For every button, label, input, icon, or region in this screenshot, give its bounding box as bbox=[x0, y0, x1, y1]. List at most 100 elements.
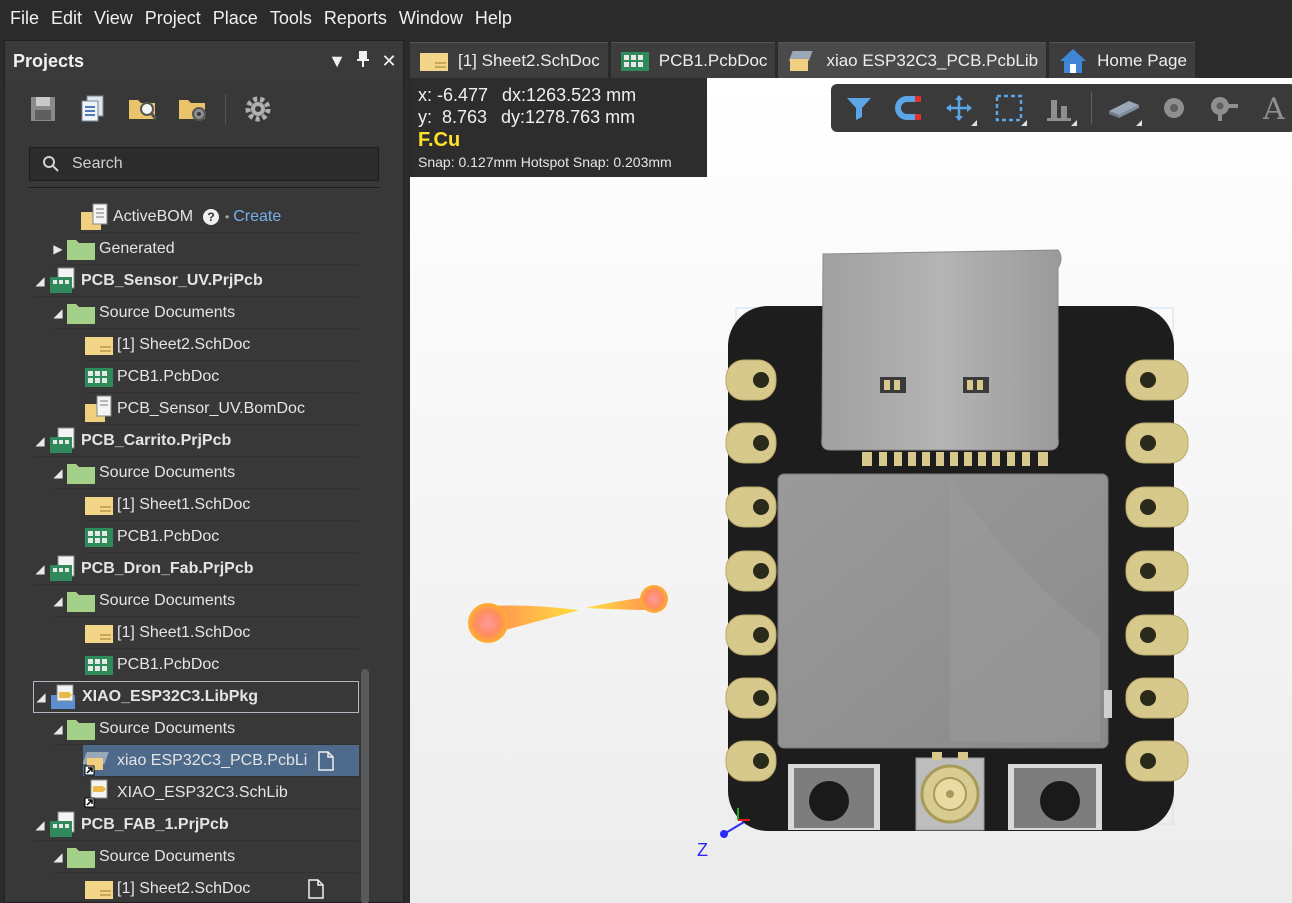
collapse-icon[interactable]: ◢ bbox=[33, 818, 47, 832]
menu-place[interactable]: Place bbox=[207, 0, 264, 36]
tree-label: [1] Sheet2.SchDoc bbox=[117, 335, 251, 353]
via-icon[interactable] bbox=[1206, 90, 1242, 126]
tree-item-source-docs[interactable]: ◢ Source Documents bbox=[51, 297, 359, 329]
folder-icon bbox=[65, 458, 97, 488]
tree-item-source-docs[interactable]: ◢ Source Documents bbox=[51, 713, 359, 745]
schematic-doc-icon bbox=[83, 490, 115, 520]
help-icon[interactable]: ? bbox=[203, 208, 220, 225]
pad-icon[interactable] bbox=[1156, 90, 1192, 126]
tab-pcblib[interactable]: xiao ESP32C3_PCB.PcbLib bbox=[778, 42, 1047, 78]
tree-item-schdoc[interactable]: [1] Sheet1.SchDoc bbox=[83, 489, 359, 521]
tree-scrollbar[interactable] bbox=[361, 669, 369, 903]
select-rectangle-icon[interactable] bbox=[991, 90, 1027, 126]
find-folder-icon[interactable] bbox=[125, 91, 161, 127]
pcb-project-icon bbox=[47, 810, 79, 840]
document-icon bbox=[317, 751, 335, 776]
panel-header: Projects ▼ ✕ bbox=[5, 41, 403, 81]
tree-item-activebom[interactable]: ActiveBOM ? • Create bbox=[79, 201, 359, 233]
create-link[interactable]: Create bbox=[233, 208, 281, 226]
collapse-icon[interactable]: ◢ bbox=[34, 690, 48, 704]
save-all-icon[interactable] bbox=[75, 91, 111, 127]
close-icon[interactable]: ✕ bbox=[377, 51, 401, 72]
tree-item-project[interactable]: ◢ PCB_FAB_1.PrjPcb bbox=[33, 809, 359, 841]
collapse-icon[interactable]: ◢ bbox=[33, 274, 47, 288]
tree-item-schdoc[interactable]: [1] Sheet2.SchDoc bbox=[83, 873, 359, 903]
menu-project[interactable]: Project bbox=[139, 0, 207, 36]
save-icon[interactable] bbox=[25, 91, 61, 127]
collapse-icon[interactable]: ◢ bbox=[33, 434, 47, 448]
tree-label: PCB_FAB_1.PrjPcb bbox=[81, 815, 229, 833]
tree-item-source-docs[interactable]: ◢ Source Documents bbox=[51, 457, 359, 489]
menu-view[interactable]: View bbox=[88, 0, 139, 36]
document-tabs: [1] Sheet2.SchDoc PCB1.PcbDoc xiao ESP32… bbox=[410, 40, 1292, 78]
snap-magnet-icon[interactable] bbox=[891, 90, 927, 126]
tree-item-schdoc[interactable]: [1] Sheet1.SchDoc bbox=[83, 617, 359, 649]
tree-item-pcblib[interactable]: xiao ESP32C3_PCB.PcbLi bbox=[83, 745, 359, 777]
tab-label: PCB1.PcbDoc bbox=[658, 50, 768, 70]
tree-item-schdoc[interactable]: [1] Sheet2.SchDoc bbox=[83, 329, 359, 361]
menu-help[interactable]: Help bbox=[469, 0, 518, 36]
tree-item-project[interactable]: ◢ PCB_Dron_Fab.PrjPcb bbox=[33, 553, 359, 585]
tree-item-project[interactable]: ◢ PCB_Sensor_UV.PrjPcb bbox=[33, 265, 359, 297]
tree-item-pcbdoc[interactable]: PCB1.PcbDoc bbox=[83, 521, 359, 553]
folder-settings-icon[interactable] bbox=[175, 91, 211, 127]
rf-shield bbox=[777, 473, 1112, 749]
panel-menu-icon[interactable]: ▼ bbox=[325, 51, 349, 72]
bom-doc-icon bbox=[83, 394, 115, 424]
tree-item-bomdoc[interactable]: PCB_Sensor_UV.BomDoc bbox=[83, 393, 359, 425]
tree-label: Source Documents bbox=[99, 847, 236, 865]
tree-label: [1] Sheet2.SchDoc bbox=[117, 879, 251, 897]
collapse-icon[interactable]: ◢ bbox=[51, 466, 65, 480]
gear-icon[interactable] bbox=[240, 91, 276, 127]
menu-window[interactable]: Window bbox=[393, 0, 469, 36]
menu-reports[interactable]: Reports bbox=[318, 0, 393, 36]
collapse-icon[interactable]: ◢ bbox=[51, 594, 65, 608]
dy-coordinate: dy:1278.763 mm bbox=[501, 107, 636, 127]
menu-edit[interactable]: Edit bbox=[45, 0, 88, 36]
tree-item-pcbdoc[interactable]: PCB1.PcbDoc bbox=[83, 361, 359, 393]
menu-file[interactable]: File bbox=[4, 0, 45, 36]
tab-home-page[interactable]: Home Page bbox=[1049, 42, 1195, 78]
projects-panel: Projects ▼ ✕ A bbox=[4, 40, 404, 903]
text-icon[interactable]: A bbox=[1256, 90, 1292, 126]
collapse-icon[interactable]: ◢ bbox=[51, 850, 65, 864]
search-input[interactable] bbox=[72, 155, 352, 173]
tree-label: PCB_Dron_Fab.PrjPcb bbox=[81, 559, 254, 577]
bom-doc-icon bbox=[79, 202, 111, 232]
folder-icon bbox=[65, 714, 97, 744]
component-icon[interactable] bbox=[1106, 90, 1142, 126]
dropdown-corner bbox=[1136, 120, 1142, 126]
menu-tools[interactable]: Tools bbox=[264, 0, 318, 36]
schematic-library-icon bbox=[83, 778, 115, 808]
tree-item-source-docs[interactable]: ◢ Source Documents bbox=[51, 585, 359, 617]
tree-item-schlib[interactable]: XIAO_ESP32C3.SchLib bbox=[83, 777, 359, 809]
schematic-doc-icon bbox=[83, 874, 115, 903]
pcb-3d-viewport[interactable]: Z x: -6.477 dx:1263.523 mm y: 8.763 dy:127… bbox=[410, 78, 1292, 903]
tree-item-source-docs[interactable]: ◢ Source Documents bbox=[51, 841, 359, 873]
collapse-icon[interactable]: ◢ bbox=[51, 722, 65, 736]
pin-icon[interactable] bbox=[351, 50, 375, 73]
move-icon[interactable] bbox=[941, 90, 977, 126]
tree-item-generated[interactable]: ▶ Generated bbox=[51, 233, 359, 265]
tree-item-pcbdoc[interactable]: PCB1.PcbDoc bbox=[83, 649, 359, 681]
library-package-icon bbox=[48, 682, 80, 712]
tree-item-project[interactable]: ◢ XIAO_ESP32C3.LibPkg bbox=[33, 681, 359, 713]
collapse-icon[interactable]: ◢ bbox=[33, 562, 47, 576]
tree-label: xiao ESP32C3_PCB.PcbLi bbox=[117, 751, 308, 769]
filter-icon[interactable] bbox=[841, 90, 877, 126]
active-bar: A bbox=[831, 84, 1292, 132]
folder-icon bbox=[65, 298, 97, 328]
tab-sheet2-schdoc[interactable]: [1] Sheet2.SchDoc bbox=[410, 42, 608, 78]
search-box[interactable] bbox=[29, 147, 379, 181]
divider bbox=[29, 187, 379, 188]
tree-label: Source Documents bbox=[99, 463, 236, 481]
align-icon[interactable] bbox=[1041, 90, 1077, 126]
pcb-project-icon bbox=[47, 426, 79, 456]
expand-icon[interactable]: ▶ bbox=[51, 242, 65, 256]
tab-label: Home Page bbox=[1097, 50, 1187, 70]
tree-label: Source Documents bbox=[99, 719, 236, 737]
tree-item-project[interactable]: ◢ PCB_Carrito.PrjPcb bbox=[33, 425, 359, 457]
tree-label: ActiveBOM bbox=[113, 207, 194, 225]
collapse-icon[interactable]: ◢ bbox=[51, 306, 65, 320]
tab-pcb1-pcbdoc[interactable]: PCB1.PcbDoc bbox=[610, 42, 776, 78]
